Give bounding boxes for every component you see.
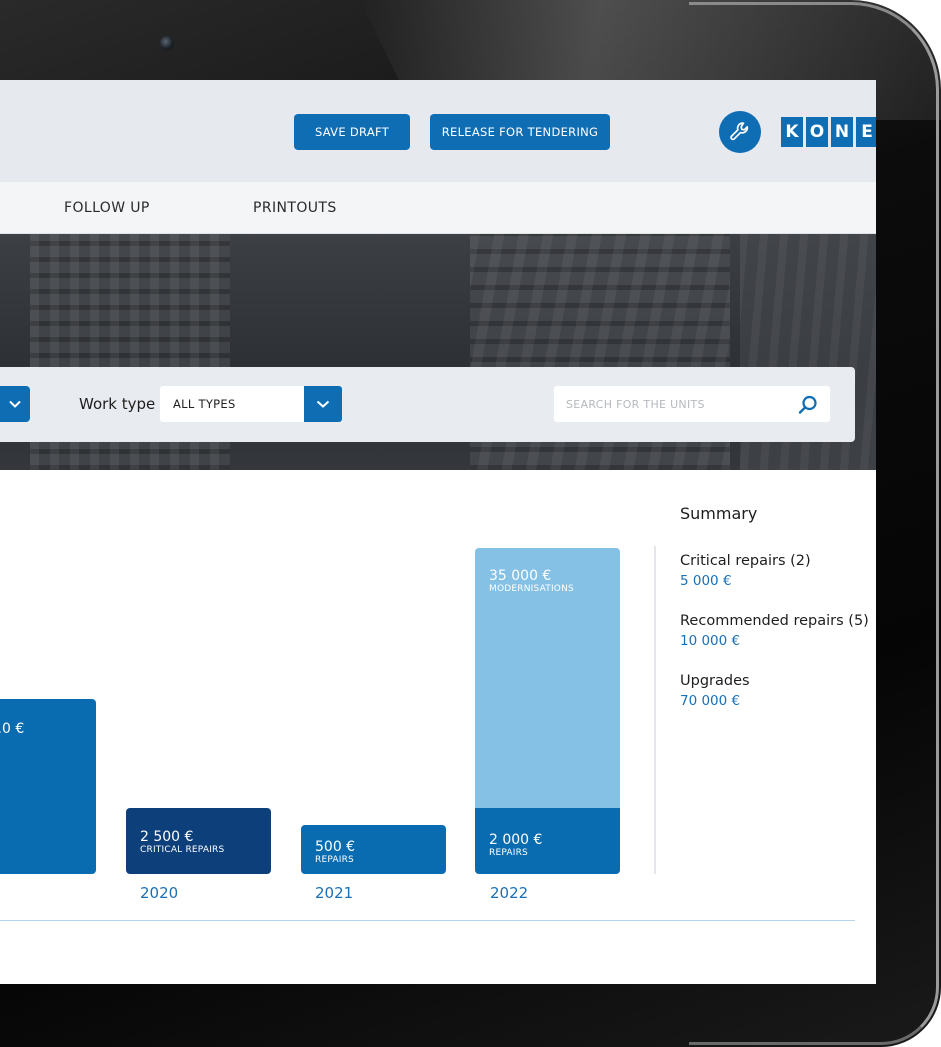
bar-segment-repairs[interactable]: 2 000 € REPAIRS	[475, 808, 620, 874]
settings-button[interactable]	[719, 111, 761, 153]
bar-year-previous[interactable]: …0 €	[0, 699, 96, 874]
filter-bar: Work type ALL TYPES	[0, 367, 855, 442]
bar-amount: …0 €	[0, 721, 25, 737]
summary-item-critical: Critical repairs (2) 5 000 €	[680, 552, 811, 590]
summary-item-label: Upgrades	[680, 673, 750, 689]
bar-year-2020[interactable]: 2 500 € CRITICAL REPAIRS	[126, 808, 271, 874]
logo-letter-o: O	[806, 117, 828, 147]
tablet-frame: SAVE DRAFT RELEASE FOR TENDERING K O N E…	[0, 0, 941, 1047]
logo-letter-n: N	[831, 117, 853, 147]
chart-baseline	[0, 920, 855, 921]
wrench-icon	[730, 122, 749, 141]
front-camera	[160, 36, 174, 50]
work-type-value: ALL TYPES	[173, 397, 236, 411]
x-tick-label[interactable]: 2022	[490, 884, 528, 902]
bar-year-2021[interactable]: 500 € REPAIRS	[301, 825, 446, 874]
work-type-label: Work type	[79, 395, 156, 413]
summary-divider	[654, 546, 656, 874]
summary-item-value: 10 000 €	[680, 633, 741, 649]
summary-item-upgrades: Upgrades 70 000 €	[680, 672, 750, 710]
x-tick-label[interactable]: 2020	[140, 884, 178, 902]
bar-amount: 2 000 €	[489, 832, 543, 848]
summary-title: Summary	[680, 504, 758, 523]
save-draft-button[interactable]: SAVE DRAFT	[294, 114, 410, 150]
top-header: SAVE DRAFT RELEASE FOR TENDERING K O N E	[0, 80, 876, 182]
bar-category: MODERNISATIONS	[489, 584, 574, 594]
summary-item-value: 70 000 €	[680, 693, 741, 709]
release-for-tendering-button[interactable]: RELEASE FOR TENDERING	[430, 114, 610, 150]
logo-letter-e: E	[856, 117, 876, 147]
kone-logo: K O N E	[781, 117, 876, 147]
bar-amount: 35 000 €	[489, 568, 552, 584]
summary-item-recommended: Recommended repairs (5) 10 000 €	[680, 612, 869, 650]
hero-banner: Work type ALL TYPES	[0, 234, 876, 470]
bar-amount: 2 500 €	[140, 829, 194, 845]
bar-category: REPAIRS	[315, 855, 354, 865]
bar-category: CRITICAL REPAIRS	[140, 845, 225, 855]
summary-item-value: 5 000 €	[680, 573, 732, 589]
summary-item-label: Critical repairs (2)	[680, 553, 811, 569]
search-button[interactable]	[796, 393, 820, 417]
work-type-select[interactable]: ALL TYPES	[160, 386, 342, 422]
search-input[interactable]	[554, 386, 784, 422]
bar-amount: 500 €	[315, 839, 356, 855]
nav-item-follow-up[interactable]: FOLLOW UP	[64, 200, 150, 216]
work-type-dropdown-button[interactable]	[304, 386, 342, 422]
nav-item-printouts[interactable]: PRINTOUTS	[253, 200, 337, 216]
app-screen: SAVE DRAFT RELEASE FOR TENDERING K O N E…	[0, 80, 876, 984]
search-icon	[798, 395, 817, 414]
chevron-down-icon	[9, 400, 21, 408]
bar-year-2022[interactable]: 35 000 € MODERNISATIONS 2 000 € REPAIRS	[475, 548, 620, 874]
unit-search	[554, 386, 830, 422]
chevron-down-icon	[316, 400, 330, 408]
dropdown-toggle[interactable]	[0, 386, 30, 422]
x-tick-label[interactable]: 2021	[315, 884, 353, 902]
logo-letter-k: K	[781, 117, 803, 147]
bar-category: REPAIRS	[489, 848, 528, 858]
summary-item-label: Recommended repairs (5)	[680, 613, 869, 629]
main-nav: FOLLOW UP PRINTOUTS	[0, 182, 876, 234]
